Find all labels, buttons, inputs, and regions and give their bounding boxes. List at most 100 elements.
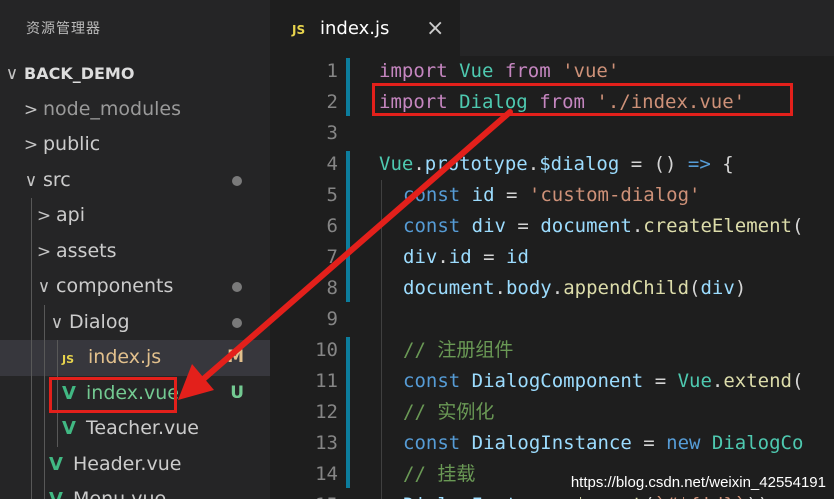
- line-number: 8: [326, 277, 338, 299]
- code-token: div: [403, 246, 438, 268]
- code-line[interactable]: 3: [270, 118, 834, 149]
- tree-item-label: Teacher.vue: [86, 417, 199, 439]
- code-token: {: [710, 153, 734, 175]
- file-tree: ∨ BACK_DEMO > node_modules > public ∨ src > api > a…: [0, 56, 270, 499]
- line-number: 11: [315, 370, 338, 392]
- indent-guide: [31, 340, 32, 376]
- tree-item-node-modules[interactable]: > node_modules: [0, 92, 270, 128]
- code-token: (: [792, 215, 804, 237]
- tree-item-dialog[interactable]: ∨ Dialog: [0, 304, 270, 341]
- tree-item-teacher-vue[interactable]: V Teacher.vue: [0, 411, 270, 447]
- line-number: 12: [315, 401, 338, 423]
- code-token: id: [471, 184, 495, 206]
- code-token: =: [631, 432, 667, 454]
- code-token: =: [494, 184, 529, 206]
- code-token: = (): [619, 153, 688, 175]
- tab-label: index.js: [320, 18, 390, 39]
- code-line[interactable]: 7 div.id = id: [270, 242, 834, 273]
- tree-item-menu-vue[interactable]: VMenu.vue: [0, 482, 270, 499]
- code-token: $dialog: [539, 153, 620, 175]
- explorer-sidebar: 资源管理器 ∨ BACK_DEMO > node_modules > public ∨ src…: [0, 0, 270, 499]
- code-token: const: [403, 370, 461, 392]
- modified-dot-icon: [232, 175, 242, 186]
- code-token: (: [792, 370, 804, 392]
- line-number: 6: [326, 215, 338, 237]
- code-token: 'vue': [562, 60, 620, 82]
- tree-item-label: src: [43, 168, 71, 191]
- tree-item-api[interactable]: > api: [0, 198, 270, 234]
- javascript-file-icon: JS: [292, 23, 306, 37]
- chevron-right-icon[interactable]: >: [23, 93, 39, 128]
- code-editor[interactable]: 1 import Vue from 'vue' 2 import Dialog fro…: [270, 56, 834, 499]
- code-token: const: [403, 432, 461, 454]
- indent-guide: [31, 269, 32, 305]
- code-token: Vue: [379, 153, 414, 175]
- code-line[interactable]: 13 const DialogInstance = new DialogCo: [270, 428, 834, 459]
- tree-item-label: index.js: [88, 346, 162, 368]
- close-tab-icon[interactable]: ×: [426, 0, 444, 58]
- modified-dot-icon: [232, 317, 242, 328]
- code-line[interactable]: 10 // 注册组件: [270, 335, 834, 366]
- code-token: document: [403, 277, 495, 299]
- line-number: 9: [326, 308, 338, 330]
- chevron-down-icon[interactable]: ∨: [49, 306, 65, 341]
- code-line[interactable]: 4 Vue.prototype.$dialog = () => {: [270, 149, 834, 180]
- code-line[interactable]: 5 const id = 'custom-dialog': [270, 180, 834, 211]
- tree-item-components[interactable]: ∨ components: [0, 269, 270, 305]
- indent-guide: [44, 340, 45, 376]
- code-text: const DialogInstance = new DialogCo: [403, 428, 803, 459]
- code-token: ): [734, 277, 747, 299]
- git-status-badge: M: [227, 347, 244, 367]
- code-line[interactable]: 12 // 实例化: [270, 397, 834, 428]
- chevron-right-icon[interactable]: >: [36, 235, 52, 270]
- highlight-box-index-vue: [49, 377, 177, 413]
- indent-guide: [44, 304, 45, 340]
- code-token: createElement: [643, 215, 792, 237]
- tree-item-src[interactable]: ∨ src: [0, 163, 270, 199]
- code-token: div: [700, 277, 735, 299]
- tree-item-label: public: [43, 133, 101, 155]
- tree-item-header-vue[interactable]: V Header.vue: [0, 446, 270, 482]
- code-token: )): [746, 494, 769, 499]
- chevron-down-icon[interactable]: ∨: [36, 270, 52, 305]
- tree-item-assets[interactable]: > assets: [0, 233, 270, 270]
- line-number: 4: [326, 153, 338, 175]
- code-text: document.body.appendChild(div): [403, 273, 746, 304]
- tree-item-public[interactable]: > public: [0, 127, 270, 163]
- chevron-right-icon[interactable]: >: [36, 199, 52, 234]
- code-token: =: [471, 246, 506, 268]
- code-token: .: [551, 277, 564, 299]
- code-token: .: [563, 494, 574, 499]
- tree-item-label: components: [56, 275, 174, 297]
- indent-guide: [44, 482, 45, 499]
- chevron-down-icon[interactable]: ∨: [23, 164, 39, 199]
- code-token: appendChild: [563, 277, 690, 299]
- tab-index-js[interactable]: JS index.js ×: [270, 0, 460, 56]
- code-token: =: [643, 370, 678, 392]
- tree-item-back-demo[interactable]: ∨ BACK_DEMO: [0, 56, 270, 92]
- explorer-title: 资源管理器: [26, 21, 101, 37]
- code-line[interactable]: 15 DialogInstance.$mount(`#${id}`)): [270, 490, 834, 499]
- code-line[interactable]: 9: [270, 304, 834, 335]
- indent-guide: [44, 375, 45, 411]
- code-token: DialogInstance: [471, 432, 632, 454]
- tree-item-label: assets: [56, 239, 117, 262]
- indent-guide: [31, 482, 32, 499]
- code-token: id: [448, 246, 472, 268]
- indent-guide: [44, 411, 45, 447]
- code-line[interactable]: 8 document.body.appendChild(div): [270, 273, 834, 304]
- git-status-badge: U: [230, 382, 244, 403]
- code-line[interactable]: 6 const div = document.createElement(: [270, 211, 834, 242]
- chevron-right-icon[interactable]: >: [23, 128, 39, 163]
- modified-dot-icon: [232, 282, 242, 292]
- tree-item-index-js[interactable]: JS index.js M: [0, 340, 270, 376]
- chevron-down-icon[interactable]: ∨: [4, 57, 20, 92]
- code-text: div.id = id: [403, 242, 529, 273]
- code-line[interactable]: 11 const DialogComponent = Vue.extend(: [270, 366, 834, 397]
- indent-guide: [31, 411, 32, 447]
- indent-guide: [57, 340, 58, 376]
